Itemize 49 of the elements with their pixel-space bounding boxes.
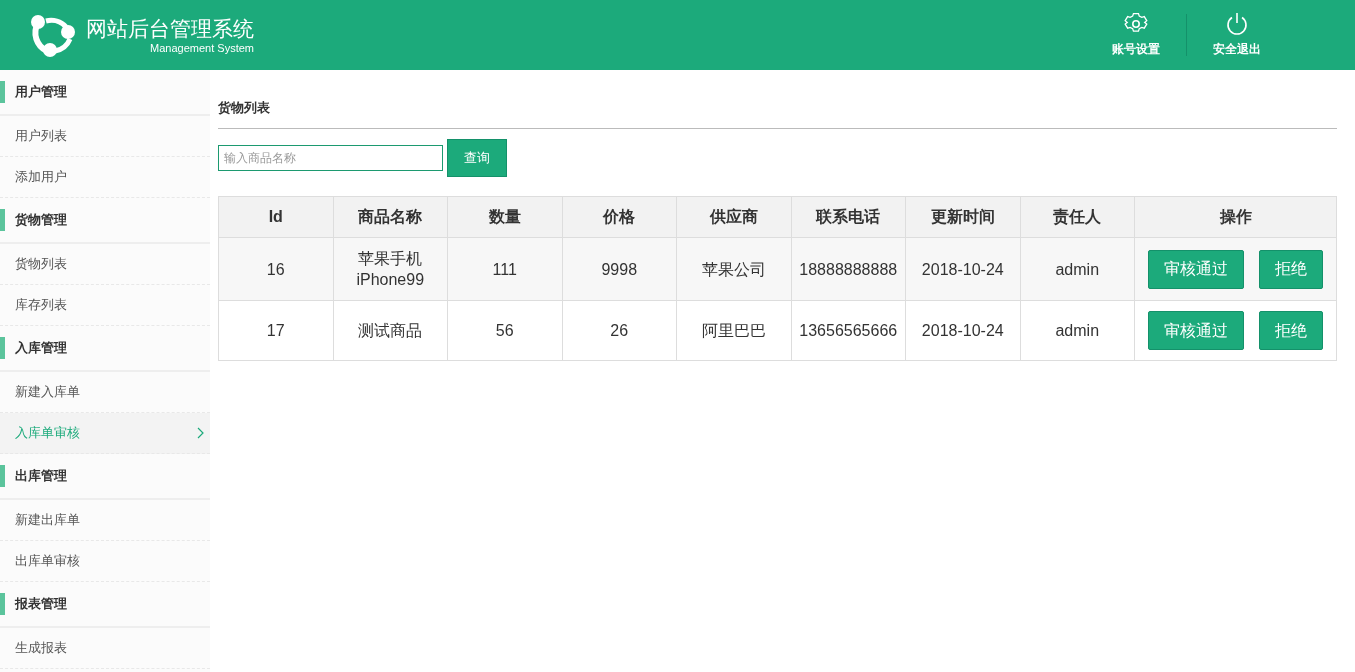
group-accent-bar bbox=[0, 593, 5, 615]
sidebar-group-title: 货物管理 bbox=[15, 211, 67, 230]
table-cell: 111 bbox=[447, 237, 562, 301]
logo-icon bbox=[30, 13, 76, 57]
table-cell: 18888888888 bbox=[791, 237, 906, 301]
group-accent-bar bbox=[0, 337, 5, 359]
column-header: 商品名称 bbox=[333, 196, 448, 238]
sidebar-item[interactable]: 生成报表 bbox=[0, 628, 210, 669]
site-subtitle: Management System bbox=[150, 42, 254, 54]
sidebar-item[interactable]: 添加用户 bbox=[0, 157, 210, 198]
table-cell: admin bbox=[1020, 237, 1135, 301]
sidebar-item[interactable]: 用户列表 bbox=[0, 116, 210, 157]
sidebar-group-title: 出库管理 bbox=[15, 467, 67, 486]
column-header: 联系电话 bbox=[791, 196, 906, 238]
table-cell: 苹果手机iPhone99 bbox=[333, 237, 448, 301]
sidebar-group-title: 入库管理 bbox=[15, 339, 67, 358]
sidebar-group-title: 报表管理 bbox=[15, 595, 67, 614]
sidebar-group-title: 用户管理 bbox=[15, 83, 67, 102]
table-cell: 2018-10-24 bbox=[905, 300, 1020, 361]
column-header: 责任人 bbox=[1020, 196, 1135, 238]
sidebar-item[interactable]: 货物列表 bbox=[0, 244, 210, 285]
table-cell: admin bbox=[1020, 300, 1135, 361]
table-cell: 阿里巴巴 bbox=[676, 300, 791, 361]
column-header: 操作 bbox=[1134, 196, 1337, 238]
search-field[interactable]: 输入商品名称 bbox=[218, 145, 443, 171]
table-cell: 测试商品 bbox=[333, 300, 448, 361]
column-header: 价格 bbox=[562, 196, 677, 238]
column-header: 更新时间 bbox=[905, 196, 1020, 238]
site-title: 网站后台管理系统 bbox=[86, 16, 254, 42]
group-accent-bar bbox=[0, 209, 5, 231]
column-header: 数量 bbox=[447, 196, 562, 238]
page-title: 货物列表 bbox=[218, 100, 270, 115]
chevron-right-icon bbox=[196, 427, 204, 439]
sidebar-item[interactable]: 新建出库单 bbox=[0, 500, 210, 541]
column-header: Id bbox=[218, 196, 333, 238]
table-cell: 苹果公司 bbox=[676, 237, 791, 301]
table-cell: 13656565666 bbox=[791, 300, 906, 361]
table-cell: 9998 bbox=[562, 237, 677, 301]
table-cell: 16 bbox=[218, 237, 333, 301]
column-header: 供应商 bbox=[676, 196, 791, 238]
sidebar-item[interactable]: 库存列表 bbox=[0, 285, 210, 326]
table-cell: 56 bbox=[447, 300, 562, 361]
table-cell: 2018-10-24 bbox=[905, 237, 1020, 301]
table-cell: 17 bbox=[218, 300, 333, 361]
power-icon bbox=[1225, 12, 1249, 36]
group-accent-bar bbox=[0, 81, 5, 103]
group-accent-bar bbox=[0, 465, 5, 487]
sidebar-item[interactable]: 出库单审核 bbox=[0, 541, 210, 582]
table-cell: 26 bbox=[562, 300, 677, 361]
